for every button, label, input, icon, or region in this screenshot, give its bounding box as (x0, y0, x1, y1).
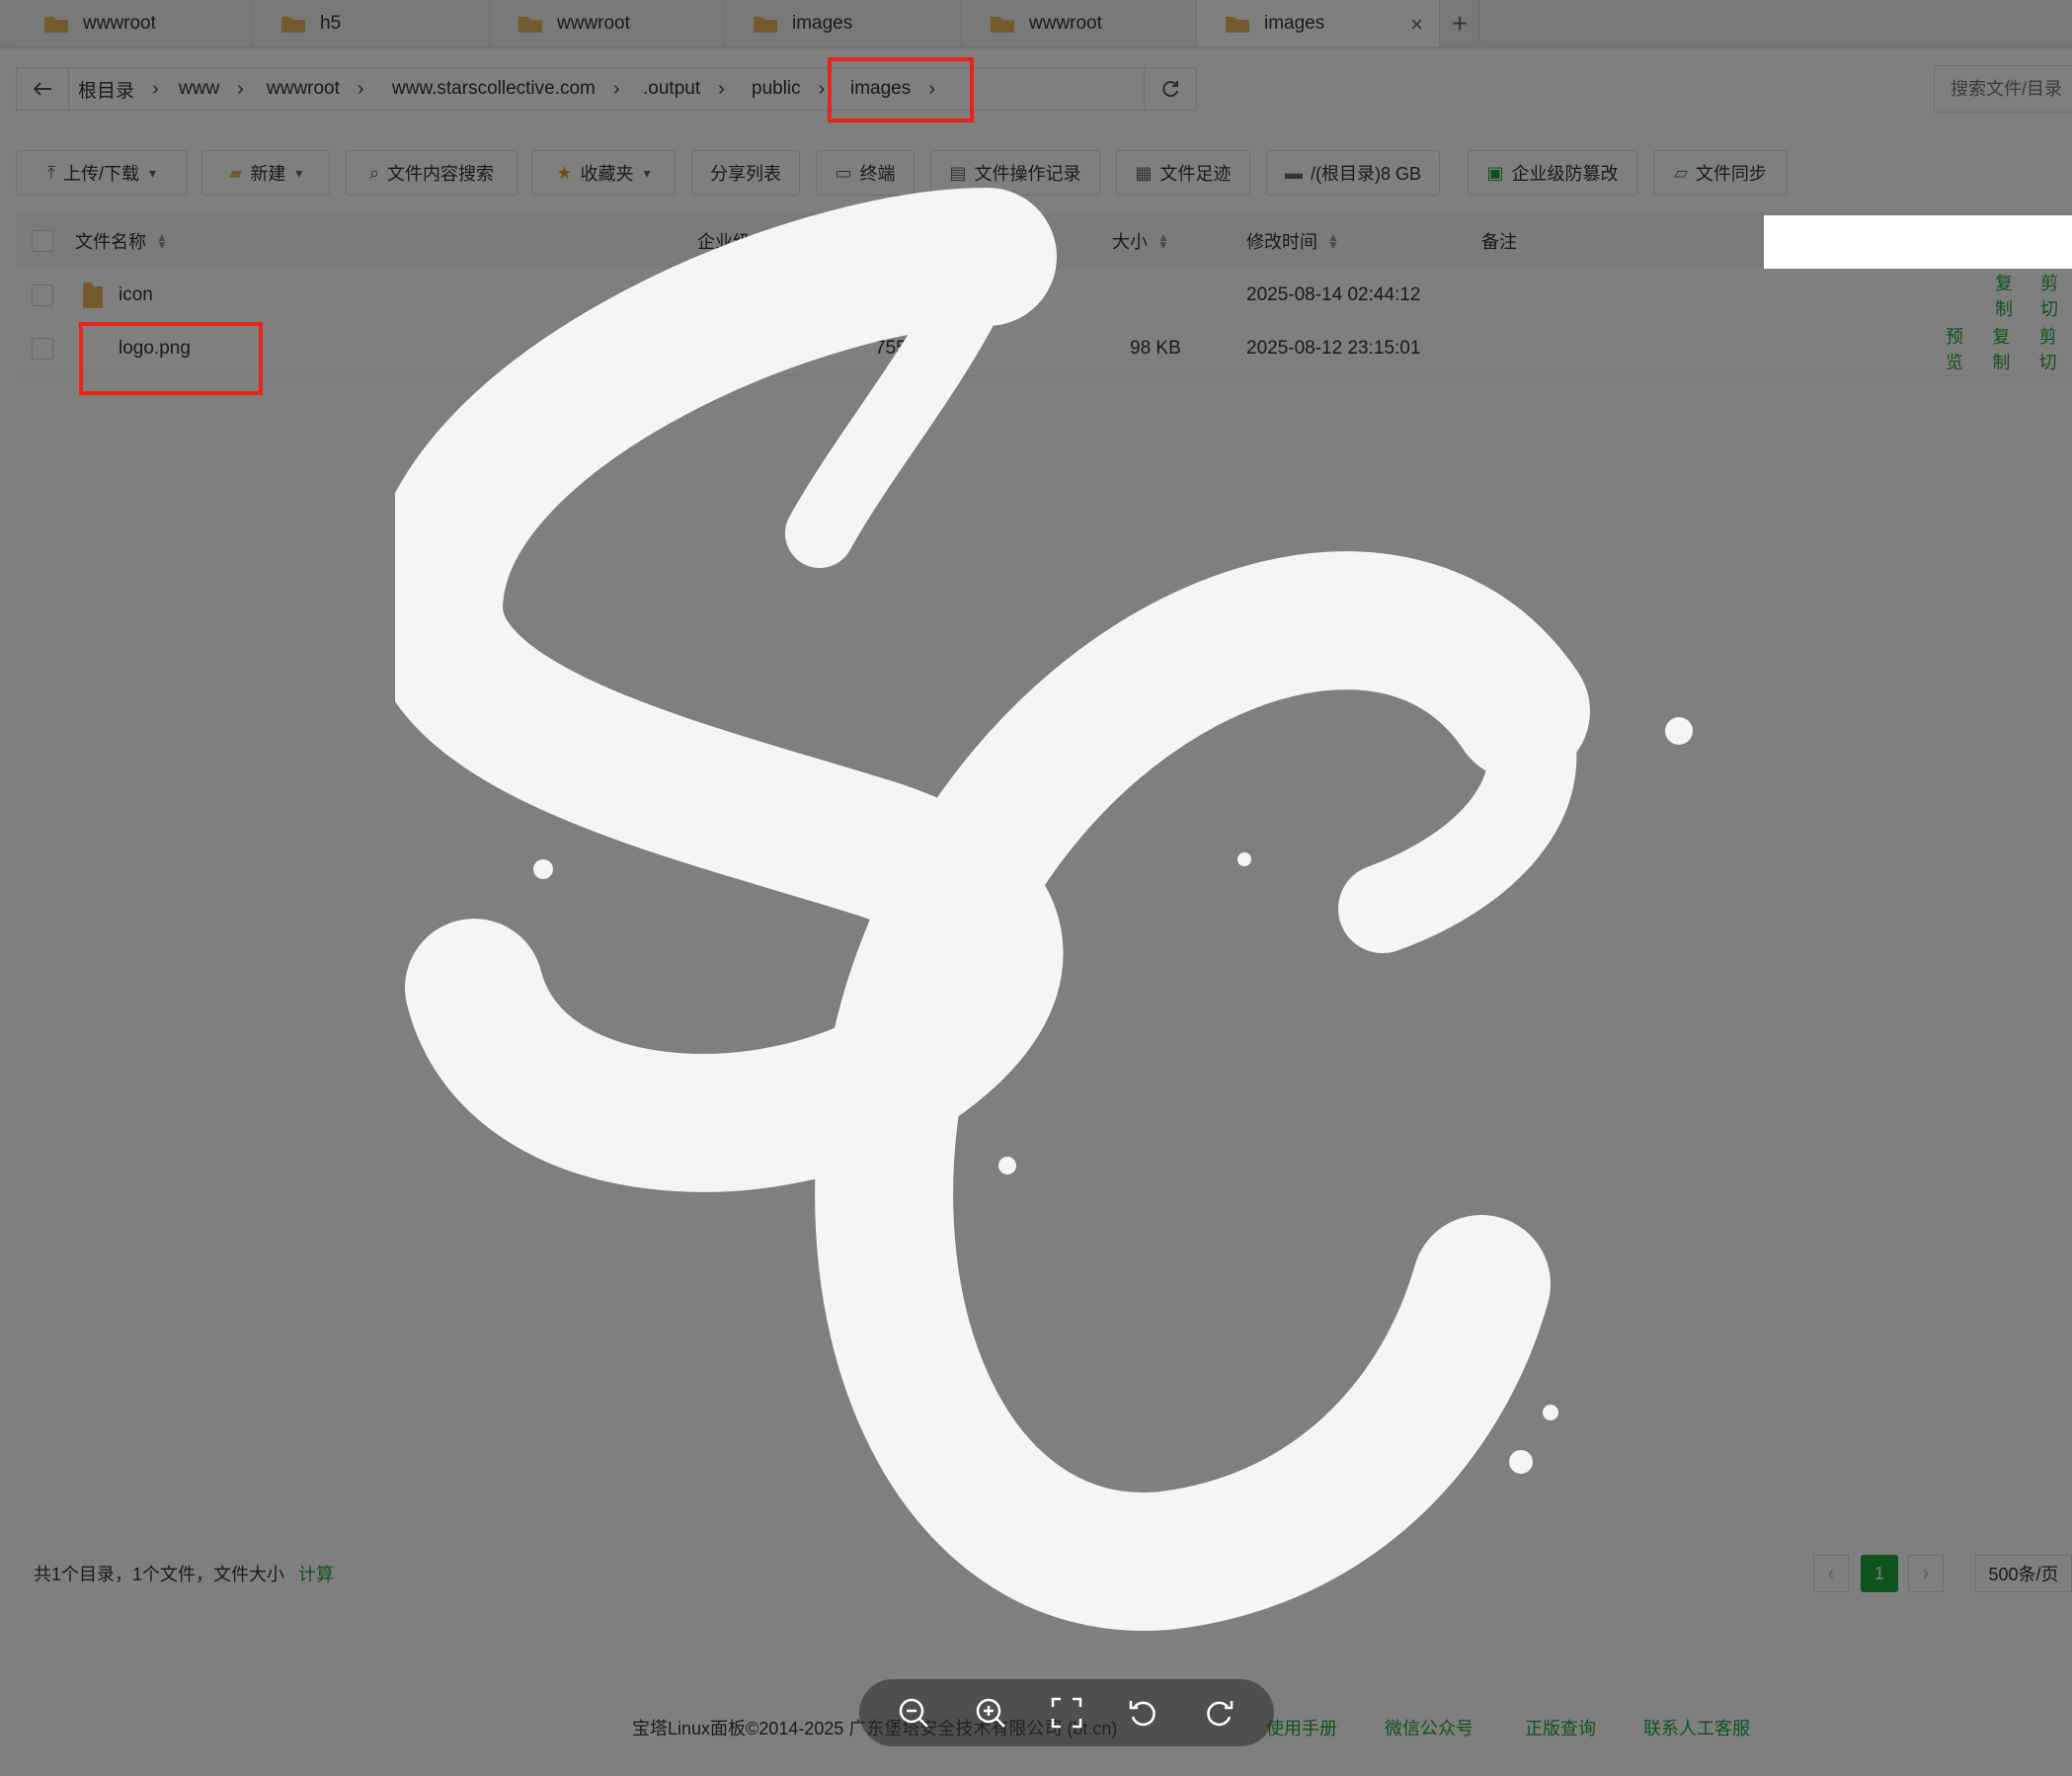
logo-splatter (998, 1157, 1016, 1174)
header-cell-blank (1764, 215, 2072, 269)
logo-splatter (1665, 717, 1693, 745)
rotate-left-icon[interactable] (1121, 1691, 1164, 1735)
logo-splatter (1543, 1405, 1558, 1420)
fullscreen-icon[interactable] (1045, 1691, 1088, 1735)
logo-splatter (1237, 852, 1251, 866)
logo-splatter (533, 859, 553, 879)
highlight-box-logo-file (79, 322, 263, 395)
logo-splatter (1509, 1450, 1533, 1474)
highlight-box-breadcrumb (828, 57, 974, 122)
zoom-in-icon[interactable] (969, 1691, 1012, 1735)
viewer-toolbar (859, 1679, 1274, 1746)
previewed-logo-image (395, 188, 1693, 1631)
rotate-right-icon[interactable] (1198, 1691, 1241, 1735)
zoom-out-icon[interactable] (892, 1691, 935, 1735)
